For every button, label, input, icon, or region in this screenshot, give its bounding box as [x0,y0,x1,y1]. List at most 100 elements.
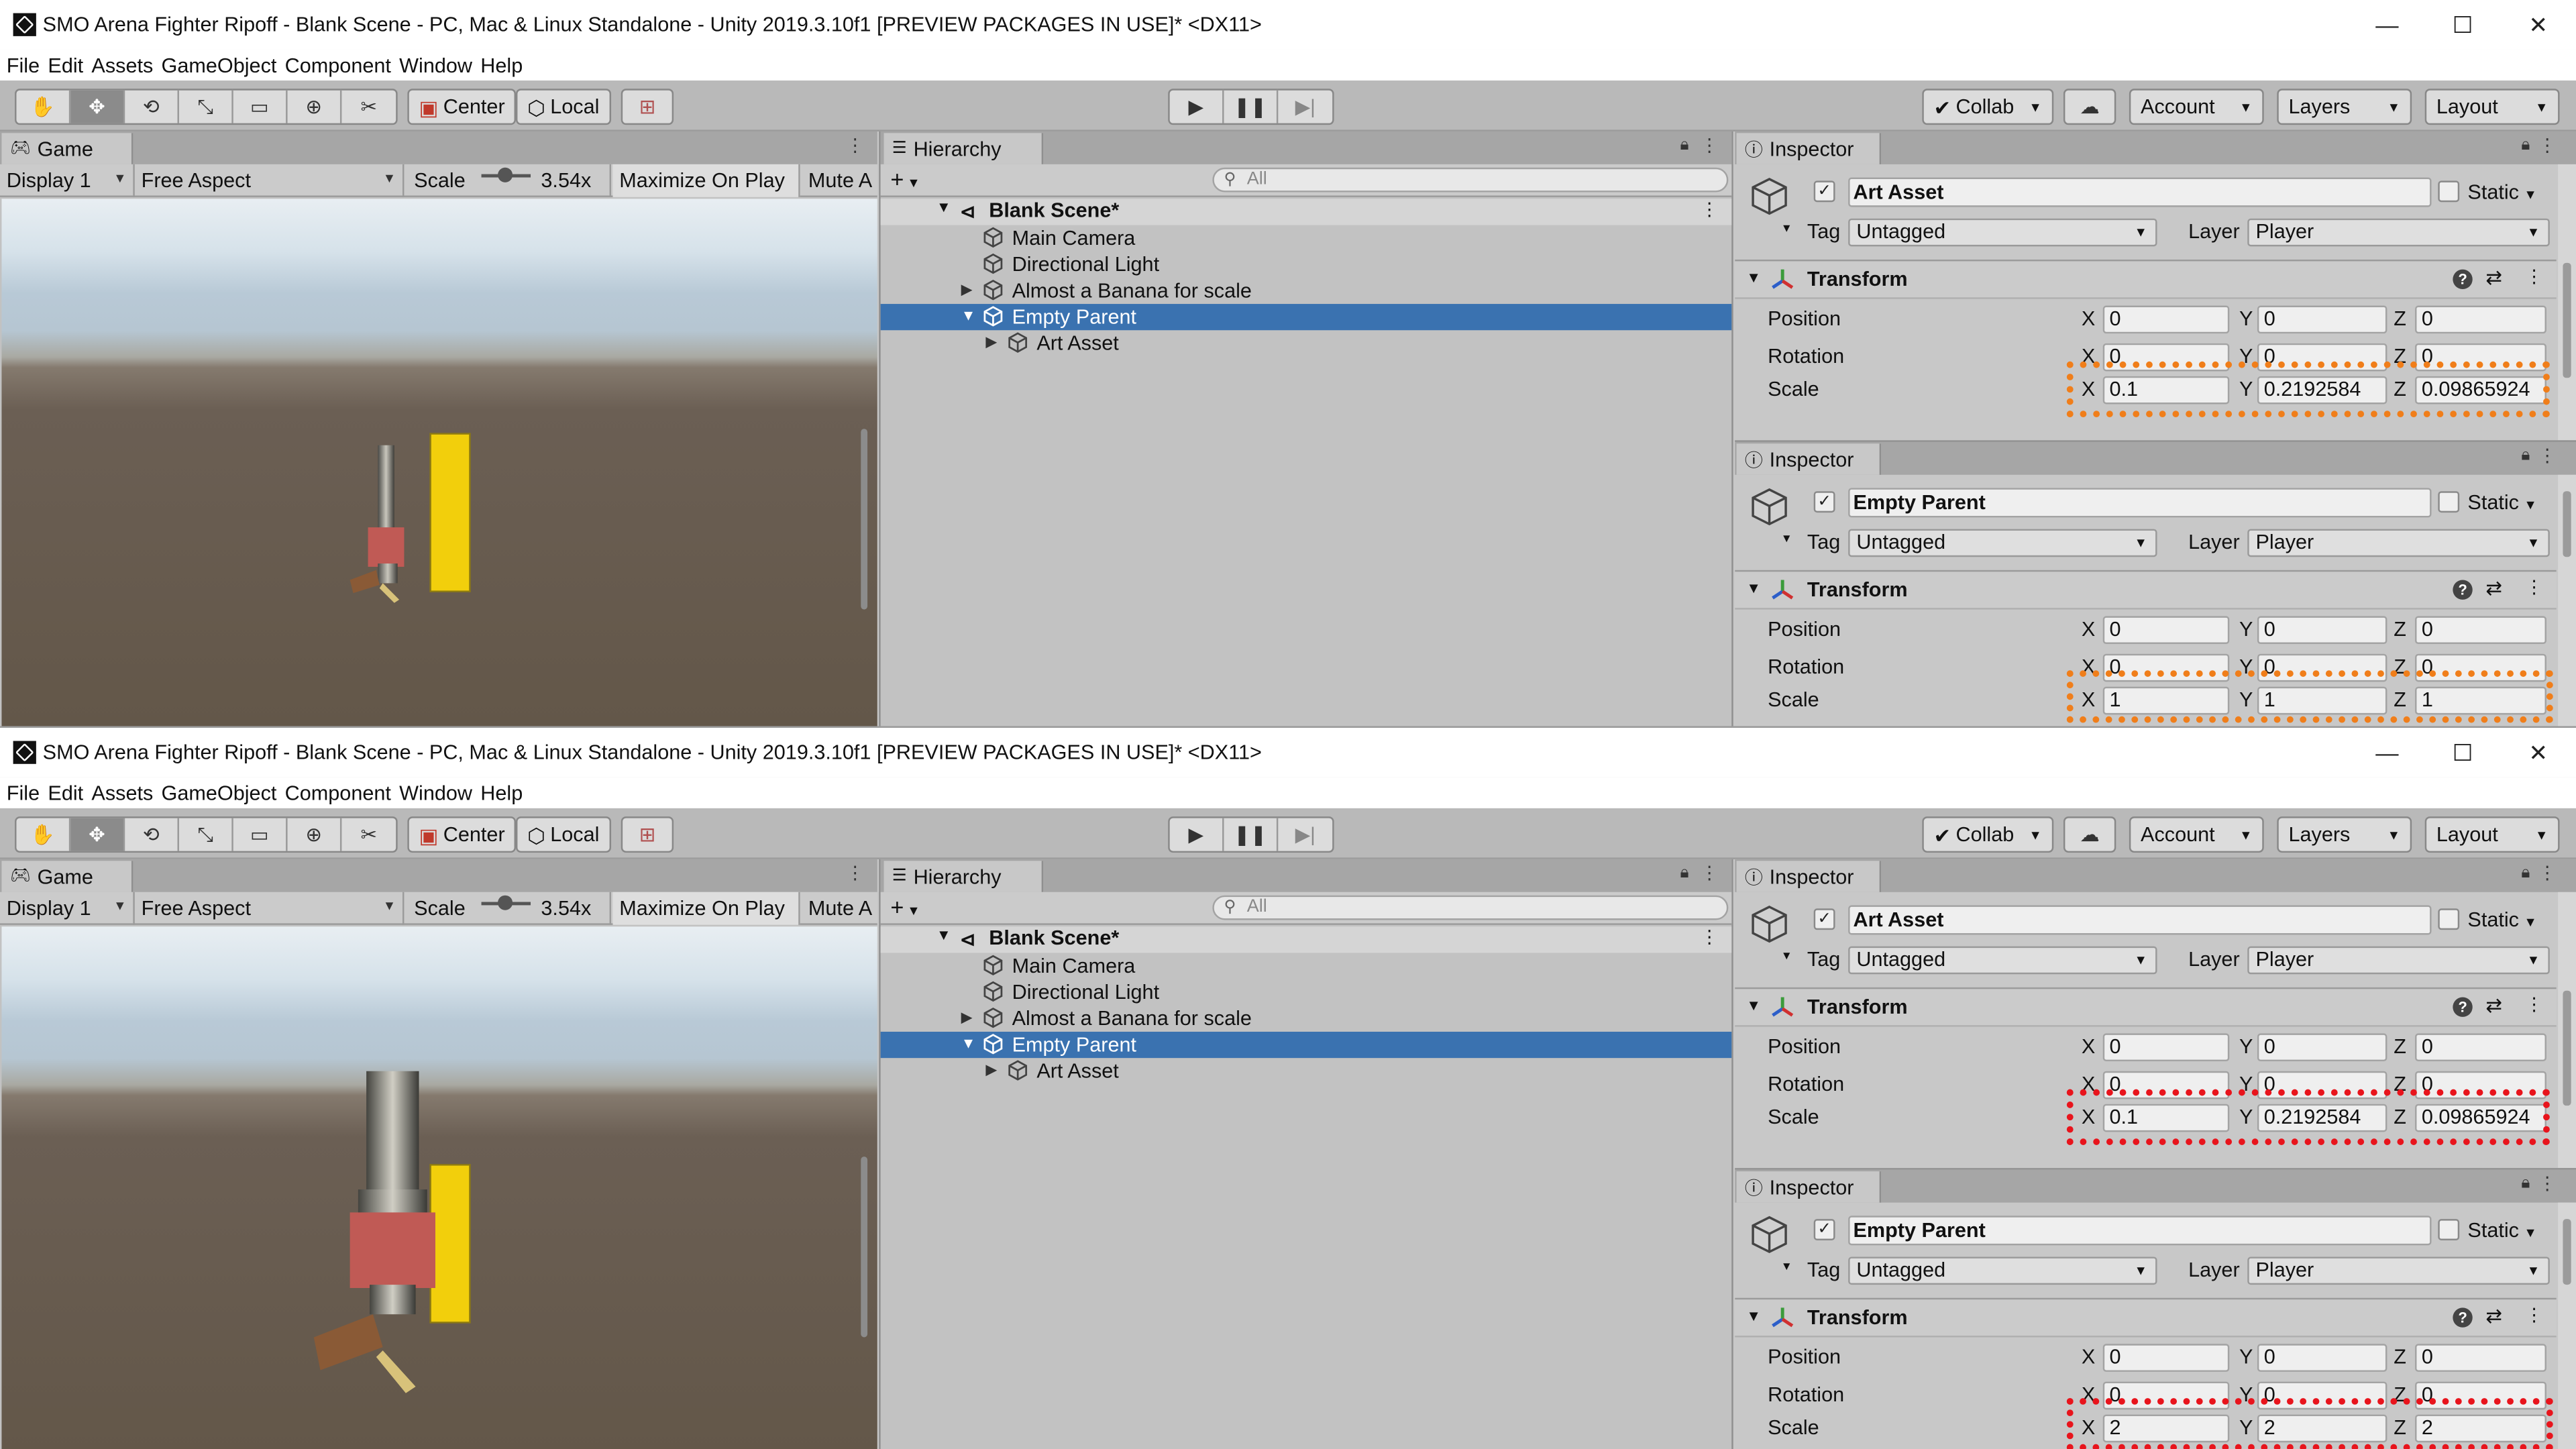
more-options-icon[interactable]: ⋮ [2525,577,2543,598]
menu-edit[interactable]: Edit [48,54,83,76]
minimize-button[interactable]: — [2349,728,2425,777]
scale-x-field[interactable]: 0.1 [2102,1104,2230,1132]
lock-icon[interactable]: 🔒︎ [2521,1175,2530,1193]
position-x-axis-label[interactable]: X [2082,1346,2095,1368]
lock-icon[interactable]: 🔒︎ [2521,447,2530,465]
account-dropdown[interactable]: Account ▼ [2129,89,2264,125]
scale-tool-icon[interactable]: ⤡ [179,818,233,851]
static-checkbox[interactable] [2438,180,2460,203]
scale-z-axis-label[interactable]: Z [2394,688,2406,711]
transform-component-header[interactable]: ▼ Transform ? ⇄ ⋮ [1735,1297,2557,1338]
scale-tool-icon[interactable]: ⤡ [179,90,233,123]
rotation-y-axis-label[interactable]: Y [2239,344,2253,367]
snap-grid-icon[interactable]: ⊞ [621,89,674,125]
menu-window[interactable]: Window [399,54,472,76]
position-z-axis-label[interactable]: Z [2394,1035,2406,1058]
rotation-x-field[interactable]: 0 [2102,653,2230,682]
expand-arrow-icon[interactable]: ▶ [985,333,997,352]
mute-audio-toggle[interactable]: Mute A [802,892,884,925]
hierarchy-item-directional-light[interactable]: Directional Light [881,252,1732,278]
scale-y-field[interactable]: 0.2192584 [2257,376,2387,405]
collapse-arrow-icon[interactable]: ▼ [961,1035,976,1051]
expand-arrow-icon[interactable]: ▼ [936,926,951,943]
hierarchy-item-banana[interactable]: ▶ Almost a Banana for scale [881,1006,1732,1032]
more-options-icon[interactable]: ⋮ [2525,266,2543,287]
hierarchy-item-main-camera[interactable]: Main Camera [881,953,1732,979]
position-y-axis-label[interactable]: Y [2239,618,2253,641]
layer-dropdown[interactable]: Player ▼ [2247,218,2550,247]
rotation-x-field[interactable]: 0 [2102,1381,2230,1409]
rotation-y-field[interactable]: 0 [2257,1381,2387,1409]
more-options-icon[interactable]: ⋮ [1701,926,1719,948]
rotation-z-axis-label[interactable]: Z [2394,1072,2406,1095]
step-icon[interactable]: ▶| [1278,818,1332,851]
chevron-down-icon[interactable]: ▼ [1781,951,1792,963]
pivot-toggle[interactable]: ▣ Center [407,816,517,853]
gameobject-name-field[interactable]: Empty Parent [1848,1216,2432,1246]
menu-assets[interactable]: Assets [91,54,153,76]
preset-sliders-icon[interactable]: ⇄ [2485,577,2502,600]
pause-icon[interactable]: ❚❚ [1224,818,1279,851]
rotation-z-axis-label[interactable]: Z [2394,655,2406,678]
scale-z-field[interactable]: 1 [2415,686,2546,715]
layout-dropdown[interactable]: Layout ▼ [2424,89,2560,125]
rotation-y-field[interactable]: 0 [2257,342,2387,371]
scale-slider[interactable] [482,895,531,910]
rotation-x-axis-label[interactable]: X [2082,1383,2095,1405]
transform-tool-icon[interactable]: ⊕ [288,818,342,851]
transform-component-header[interactable]: ▼ Transform ? ⇄ ⋮ [1735,259,2557,299]
tag-dropdown[interactable]: Untagged ▼ [1848,529,2157,557]
tab-hierarchy[interactable]: ☰ Hierarchy [883,861,1044,892]
position-y-axis-label[interactable]: Y [2239,307,2253,330]
position-z-field[interactable]: 0 [2415,616,2546,645]
tab-inspector[interactable]: ⓘ Inspector [1736,861,1882,892]
rotation-z-field[interactable]: 0 [2415,1070,2546,1099]
inspector-scrollbar[interactable] [2558,892,2576,1169]
gameobject-name-field[interactable]: Art Asset [1848,905,2432,935]
position-z-axis-label[interactable]: Z [2394,1346,2406,1368]
position-y-axis-label[interactable]: Y [2239,1035,2253,1058]
position-x-field[interactable]: 0 [2102,1344,2230,1372]
cloud-icon[interactable]: ☁ [2063,89,2116,125]
position-y-field[interactable]: 0 [2257,1344,2387,1372]
expand-arrow-icon[interactable]: ▼ [1746,580,1761,596]
gameobject-name-field[interactable]: Empty Parent [1848,488,2432,518]
lock-icon[interactable]: 🔒︎ [2521,136,2530,154]
position-y-field[interactable]: 0 [2257,1033,2387,1062]
rotation-x-field[interactable]: 0 [2102,342,2230,371]
tag-dropdown[interactable]: Untagged ▼ [1848,218,2157,247]
position-z-field[interactable]: 0 [2415,305,2546,334]
active-checkbox[interactable]: ✓ [1813,1219,1835,1240]
static-checkbox[interactable] [2438,1219,2460,1240]
transform-component-header[interactable]: ▼ Transform ? ⇄ ⋮ [1735,987,2557,1027]
create-plus-icon[interactable]: + ▼ [890,894,920,920]
static-dropdown[interactable]: Static ▼ [2467,1219,2536,1242]
hierarchy-item-directional-light[interactable]: Directional Light [881,979,1732,1006]
scale-y-field[interactable]: 0.2192584 [2257,1104,2387,1132]
layer-dropdown[interactable]: Player ▼ [2247,946,2550,975]
more-options-icon[interactable]: ⋮ [1701,863,1719,883]
rotation-z-field[interactable]: 0 [2415,653,2546,682]
tag-dropdown[interactable]: Untagged ▼ [1848,1256,2157,1285]
more-options-icon[interactable]: ⋮ [2538,863,2557,883]
hand-tool-icon[interactable]: ✋ [16,818,71,851]
mute-audio-toggle[interactable]: Mute A [802,164,884,197]
play-icon[interactable]: ▶ [1170,90,1224,123]
layers-dropdown[interactable]: Layers ▼ [2277,816,2412,853]
collab-dropdown[interactable]: ✔ Collab ▼ [1922,89,2053,125]
create-plus-icon[interactable]: + ▼ [890,166,920,192]
scene-row[interactable]: ▼ ⊲ Blank Scene* ⋮ [880,199,1732,225]
maximize-on-play-toggle[interactable]: Maximize On Play [612,164,800,197]
display-dropdown[interactable]: Display 1 ▼ [0,892,135,925]
scale-y-axis-label[interactable]: Y [2239,1416,2253,1439]
preset-sliders-icon[interactable]: ⇄ [2485,1305,2502,1328]
more-options-icon[interactable]: ⋮ [1701,135,1719,156]
expand-arrow-icon[interactable]: ▶ [985,1061,997,1079]
gameobject-name-field[interactable]: Art Asset [1848,177,2432,207]
menu-edit[interactable]: Edit [48,781,83,804]
scale-slider-group[interactable]: Scale 3.54x [407,892,612,925]
layer-dropdown[interactable]: Player ▼ [2247,529,2550,557]
scale-x-field[interactable]: 1 [2102,686,2230,715]
tab-game[interactable]: 🎮︎ Game [1,861,133,892]
rotation-x-axis-label[interactable]: X [2082,344,2095,367]
